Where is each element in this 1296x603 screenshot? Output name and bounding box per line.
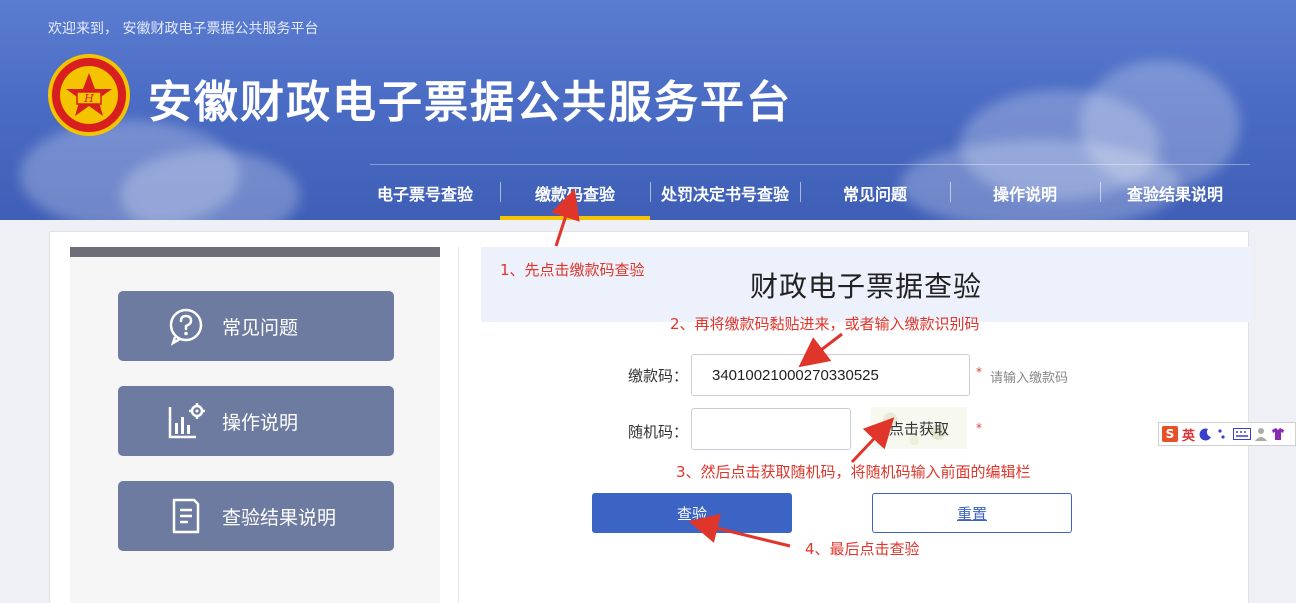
form-title: 财政电子票据查验 — [749, 269, 982, 303]
random-code-required-mark: * — [976, 421, 982, 435]
user-icon[interactable] — [1255, 427, 1268, 441]
keyboard-icon[interactable] — [1233, 428, 1252, 440]
payment-code-input[interactable] — [691, 354, 970, 396]
captcha-button[interactable]: 点击获取 — [871, 407, 967, 449]
star-emblem-icon: H — [66, 73, 112, 116]
punctuation-icon[interactable] — [1217, 427, 1229, 441]
nav-item-payment-code[interactable]: 缴款码查验 — [500, 167, 650, 220]
question-icon — [169, 308, 203, 346]
sidebar-item-result-explanation[interactable]: 查验结果说明 — [118, 481, 394, 551]
annotation-step2: 2、再将缴款码黏贴进来，或者输入缴款识别码 — [670, 315, 980, 333]
sidebar-item-instructions[interactable]: 操作说明 — [118, 386, 394, 456]
sidebar: 常见问题 操作说明 查验结果说明 — [70, 247, 440, 603]
payment-code-required-mark: * — [976, 365, 982, 379]
site-logo: H — [48, 54, 130, 136]
annotation-step3: 3、然后点击获取随机码，将随机码输入前面的编辑栏 — [676, 463, 1031, 481]
site-header: 欢迎来到， 安徽财政电子票据公共服务平台 H 安徽财政电子票据公共服务平台 电子… — [0, 0, 1296, 220]
payment-code-label: 缴款码： — [627, 367, 688, 385]
annotation-step4: 4、最后点击查验 — [805, 540, 920, 558]
document-icon — [172, 498, 200, 534]
sidebar-item-label: 查验结果说明 — [222, 506, 337, 529]
nav-item-faq[interactable]: 常见问题 — [800, 167, 950, 219]
logo-letter: H — [83, 92, 94, 105]
chart-gear-icon — [168, 403, 205, 439]
moon-icon[interactable] — [1199, 427, 1213, 441]
site-title: 安徽财政电子票据公共服务平台 — [148, 77, 792, 128]
logo-emblem: H — [60, 66, 118, 124]
payment-code-hint: 请输入缴款码 — [990, 371, 1069, 386]
nav-item-instructions[interactable]: 操作说明 — [950, 167, 1100, 219]
ime-language[interactable]: 英 — [1182, 425, 1195, 444]
random-code-input[interactable] — [691, 408, 851, 450]
ime-toolbar[interactable]: S 英 — [1158, 422, 1296, 446]
sogou-logo-icon: S — [1162, 426, 1178, 442]
main-panel: 常见问题 操作说明 查验结果说明 财政电子票据查验 缴款码： 340100210… — [49, 231, 1251, 603]
nav-item-penalty-number[interactable]: 处罚决定书号查验 — [650, 167, 800, 219]
sidebar-item-faq[interactable]: 常见问题 — [118, 291, 394, 361]
sidebar-item-label: 操作说明 — [222, 411, 299, 434]
main-nav: 电子票号查验 缴款码查验 处罚决定书号查验 常见问题 操作说明 查验结果说明 — [350, 166, 1250, 220]
nav-item-result-explanation[interactable]: 查验结果说明 — [1100, 167, 1250, 219]
nav-item-ticket-number[interactable]: 电子票号查验 — [350, 167, 500, 219]
shirt-icon[interactable] — [1271, 427, 1285, 441]
random-code-label: 随机码： — [627, 423, 688, 441]
welcome-text: 欢迎来到， 安徽财政电子票据公共服务平台 — [48, 21, 319, 37]
nav-divider-line — [370, 164, 1250, 165]
annotation-step1: 1、先点击缴款码查验 — [500, 261, 645, 279]
panel-divider — [458, 247, 459, 603]
reset-button[interactable]: 重置 — [872, 493, 1072, 533]
verify-button[interactable]: 查验 — [592, 493, 792, 533]
sidebar-item-label: 常见问题 — [222, 316, 299, 339]
